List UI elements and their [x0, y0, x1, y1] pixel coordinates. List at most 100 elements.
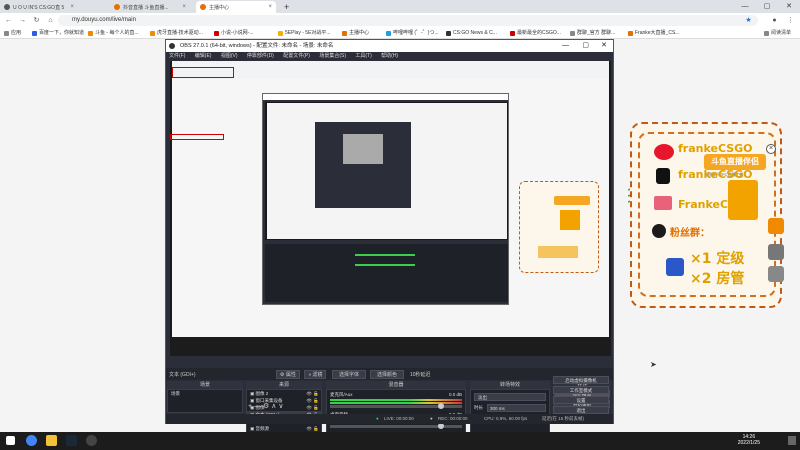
chrome-taskbar-icon[interactable] [26, 435, 37, 446]
choose-color-button[interactable]: 选择颜色 [370, 370, 405, 379]
back-icon[interactable]: ← [4, 16, 13, 25]
profile-icon[interactable]: ● [770, 16, 779, 25]
bookmark-star-icon[interactable]: ★ [744, 16, 753, 25]
obs-preview[interactable] [170, 61, 611, 356]
bookmark-item[interactable]: 最新最全的CSGO... [510, 29, 561, 38]
menu-scene-collection[interactable]: 场景集合(S) [319, 53, 346, 59]
browser-tab-active[interactable]: 主播中心 × [196, 1, 276, 13]
obs-title-text: OBS 27.0.1 (64-bit, windows) - 配置文件: 未命名… [180, 43, 334, 49]
obs-minimize-icon[interactable]: — [562, 40, 569, 52]
browser-tabbar: U O U IN'S CS:GO直 5 × 抖音直播 斗鱼直播... × 主播中心 ×… [0, 0, 800, 13]
obs-close-icon[interactable]: ✕ [601, 40, 607, 52]
overlay-admin-line: ×2 房管 [690, 271, 745, 287]
windows-start-icon[interactable] [6, 436, 15, 445]
new-tab-button[interactable]: + [280, 1, 292, 13]
bookmark-item[interactable]: 群聊_官方 群聊... [570, 29, 615, 38]
mixer-dock-title: 混音器 [326, 381, 466, 389]
controls-extra: 启动虚拟摄像机 工作室模式 设置 退出 [553, 376, 609, 414]
source-item[interactable]: ▣ 图像 2 👁 🔓 [247, 390, 321, 397]
source-down-icon[interactable]: ∨ [278, 403, 283, 410]
close-tab-icon[interactable]: × [179, 4, 186, 10]
cpu-fps: CPU: 0.9%, 60.00 fps [484, 416, 528, 421]
bookmark-item[interactable]: CS:GO News & C... [446, 29, 497, 38]
choose-font-button[interactable]: 选择字体 [332, 370, 367, 379]
overlay-rank-line: ×1 定级 [690, 251, 745, 267]
bookmark-item[interactable]: 虎牙直播-技术驱动... [150, 29, 203, 38]
add-source-icon[interactable]: + [248, 403, 252, 410]
bookmark-item[interactable]: 5EPlay - 5E对战平... [278, 29, 331, 38]
bookmark-item[interactable]: 应用 [4, 29, 21, 38]
source-settings-icon[interactable]: ⚙ [263, 403, 269, 410]
close-tab-icon[interactable]: × [265, 4, 272, 10]
ticker-label: 10秒延迟 [410, 372, 431, 378]
forward-icon[interactable]: → [18, 16, 27, 25]
menu-tools[interactable]: 工具(T) [355, 53, 371, 59]
tab-favicon-icon [114, 4, 120, 10]
rec-time: REC: 00:00:00 [438, 416, 468, 421]
source-item[interactable]: ▣ 音频源 👁 🔓 [247, 425, 321, 432]
captured-overlay [519, 181, 599, 273]
virtual-camera-button[interactable]: 启动虚拟摄像机 [553, 376, 609, 384]
remove-source-icon[interactable]: — [254, 403, 261, 410]
selected-source-label: 文本 (GDI+) [169, 372, 196, 378]
overlay-fan-group: 粉丝群： [670, 228, 710, 239]
studio-mode-button[interactable]: 工作室模式 [553, 386, 609, 394]
menu-docks[interactable]: 停靠部件(D) [247, 53, 274, 59]
filters-button[interactable]: ◑ 滤镜 [304, 370, 327, 379]
scene-item[interactable]: 场景 [168, 390, 242, 397]
side-tool-icon[interactable] [768, 244, 784, 260]
rank-badge-icon [666, 258, 684, 276]
drop-info: 延迟(在 15 秒前丢帧) [542, 416, 585, 421]
menu-help[interactable]: 帮助(H) [381, 53, 398, 59]
menu-icon[interactable]: ⋮ [786, 16, 795, 25]
bookmark-item[interactable]: 小说-小说网-... [214, 29, 254, 38]
exit-button[interactable]: 退出 [553, 406, 609, 414]
url-input[interactable]: my.douyu.com/live/main [58, 15, 758, 26]
bookmark-item[interactable]: 百度一下，你就知道 [32, 29, 84, 38]
close-window-icon[interactable]: ✕ [779, 0, 799, 13]
close-tab-icon[interactable]: × [67, 4, 74, 10]
volume-slider[interactable] [330, 403, 462, 409]
menu-profile[interactable]: 配置文件(P) [283, 53, 310, 59]
volume-slider[interactable] [330, 423, 462, 429]
duration-input[interactable]: 300 ms [487, 404, 546, 412]
transition-select[interactable]: 淡出 [474, 393, 546, 401]
menu-file[interactable]: 文件(F) [169, 53, 185, 59]
capture-highlight-2 [170, 134, 224, 140]
properties-button[interactable]: ⚙ 属性 [276, 370, 300, 379]
menu-view[interactable]: 视图(V) [221, 53, 238, 59]
home-icon[interactable]: ⌂ [46, 16, 55, 25]
notification-icon[interactable] [788, 436, 796, 445]
tab-label: 抖音直播 斗鱼直播... [123, 4, 169, 11]
side-tool-icon[interactable] [768, 266, 784, 282]
explorer-taskbar-icon[interactable] [46, 435, 57, 446]
duration-label: 时长 [474, 405, 483, 410]
transitions-dock: 淡出 时长 300 ms [470, 389, 550, 435]
source-up-icon[interactable]: ∧ [271, 403, 276, 410]
menu-edit[interactable]: 编辑(E) [195, 53, 212, 59]
browser-tab[interactable]: 抖音直播 斗鱼直播... × [110, 1, 190, 13]
url-text: my.douyu.com/live/main [72, 17, 136, 23]
bookmark-item[interactable]: 斗鱼 - 每个人的直... [88, 29, 139, 38]
settings-button[interactable]: 设置 [553, 396, 609, 404]
address-bar: ← → ↻ ⌂ my.douyu.com/live/main ★ ● ⋮ [0, 13, 800, 28]
stream-overlay-panel: frankeCSGO 斗鱼直播伴侣 直播伴侣PC直播工具 frankeCSGO … [630, 122, 782, 308]
minimize-icon[interactable]: — [735, 0, 755, 13]
reading-list[interactable]: 阅读清单 [764, 29, 791, 38]
obs-menubar: 文件(F) 编辑(E) 视图(V) 停靠部件(D) 配置文件(P) 场景集合(S… [166, 52, 613, 61]
obs-maximize-icon[interactable]: ▢ [582, 40, 589, 52]
side-tool-icon[interactable] [768, 218, 784, 234]
obs-taskbar-icon[interactable] [86, 435, 97, 446]
windows-taskbar: 14:26 2022/1/25 [0, 432, 800, 450]
qq-icon [652, 224, 666, 238]
reload-icon[interactable]: ↻ [32, 16, 41, 25]
bookmark-item[interactable]: 哔哩哔哩 (゜-゜)つ... [386, 29, 439, 38]
rec-indicator-icon: ● [430, 416, 433, 421]
bookmark-item[interactable]: Franke大直播_CS... [628, 29, 679, 38]
live-time: LIVE: 00:00:00 [384, 416, 414, 421]
bookmark-item[interactable]: 主播中心 [342, 29, 369, 38]
maximize-icon[interactable]: ▢ [757, 0, 777, 13]
obs-titlebar: OBS 27.0.1 (64-bit, windows) - 配置文件: 未命名… [166, 40, 613, 52]
steam-taskbar-icon[interactable] [66, 435, 77, 446]
browser-tab[interactable]: U O U IN'S CS:GO直 5 × [0, 1, 78, 13]
